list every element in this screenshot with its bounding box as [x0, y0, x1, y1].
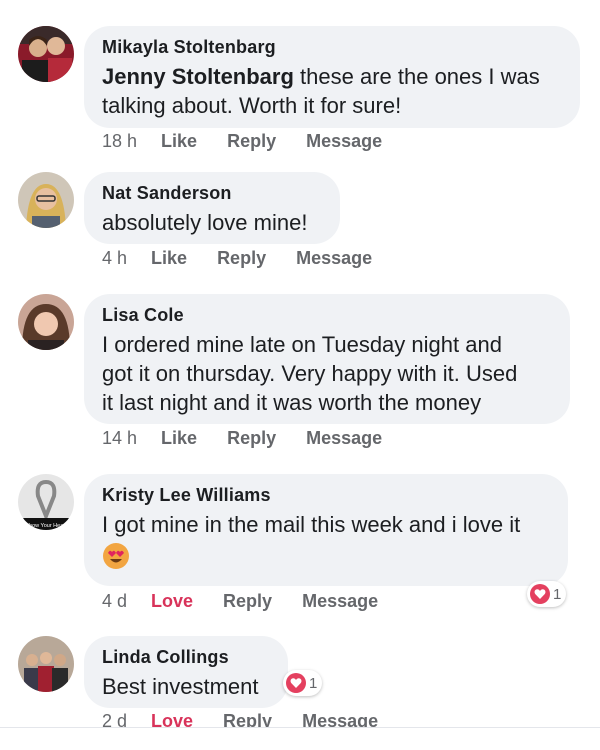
timestamp[interactable]: 4 d	[102, 591, 127, 612]
avatar-caption: Show Your Heart	[25, 523, 67, 529]
comment-bubble: Mikayla Stoltenbarg Jenny Stoltenbarg th…	[84, 26, 580, 128]
avatar[interactable]	[18, 172, 74, 228]
like-button[interactable]: Like	[161, 428, 197, 449]
comment-actions: 14 h Like Reply Message	[102, 428, 412, 449]
timestamp[interactable]: 18 h	[102, 131, 137, 152]
comment-bubble: Lisa Cole I ordered mine late on Tuesday…	[84, 294, 570, 424]
reply-button[interactable]: Reply	[227, 428, 276, 449]
bottom-fade	[0, 728, 600, 750]
reaction-count: 1	[309, 674, 318, 692]
like-button[interactable]: Like	[161, 131, 197, 152]
comment-text-rest: these are the ones I was	[293, 64, 540, 89]
timestamp[interactable]: 4 h	[102, 248, 127, 269]
like-button[interactable]: Like	[151, 248, 187, 269]
comment-actions: 4 d Love Reply Message	[102, 591, 408, 612]
reaction-badge[interactable]: 1	[527, 581, 567, 607]
comment-bubble: Kristy Lee Williams I got mine in the ma…	[84, 474, 568, 586]
comment-text-line2: got it on thursday. Very happy with it. …	[102, 361, 518, 386]
avatar[interactable]	[18, 26, 74, 82]
heart-icon	[530, 584, 550, 604]
comment-text: Best investment	[102, 674, 259, 699]
reply-button[interactable]: Reply	[227, 131, 276, 152]
comment-actions: 18 h Like Reply Message	[102, 131, 412, 152]
comment-text-line2: talking about. Worth it for sure!	[102, 93, 402, 118]
comment-text: I ordered mine late on Tuesday night and…	[102, 330, 552, 417]
comment-author[interactable]: Linda Collings	[102, 646, 270, 668]
comment-text: I got mine in the mail this week and i l…	[102, 512, 521, 537]
reply-button[interactable]: Reply	[223, 591, 272, 612]
heart-icon	[286, 673, 306, 693]
comment-author[interactable]: Kristy Lee Williams	[102, 484, 550, 506]
comment-text: absolutely love mine!	[102, 210, 308, 235]
avatar[interactable]	[18, 294, 74, 350]
reaction-badge[interactable]: 1	[283, 670, 323, 696]
message-button[interactable]: Message	[306, 428, 382, 449]
comment-bubble: Nat Sanderson absolutely love mine!	[84, 172, 340, 244]
reaction-count: 1	[553, 585, 562, 603]
message-button[interactable]: Message	[296, 248, 372, 269]
timestamp[interactable]: 14 h	[102, 428, 137, 449]
message-button[interactable]: Message	[302, 591, 378, 612]
comment-text-line3: it last night and it was worth the money	[102, 390, 482, 415]
love-button[interactable]: Love	[151, 591, 193, 612]
comment-bubble: Linda Collings Best investment	[84, 636, 288, 708]
comment-text: Jenny Stoltenbarg these are the ones I w…	[102, 62, 562, 120]
comment-author[interactable]: Lisa Cole	[102, 304, 552, 326]
comment-author[interactable]: Mikayla Stoltenbarg	[102, 36, 562, 58]
avatar[interactable]	[18, 636, 74, 692]
reply-button[interactable]: Reply	[217, 248, 266, 269]
comment-author[interactable]: Nat Sanderson	[102, 182, 322, 204]
comment-text-line1: I ordered mine late on Tuesday night and	[102, 332, 502, 357]
mention-link[interactable]: Jenny Stoltenbarg	[102, 64, 294, 89]
comment-actions: 4 h Like Reply Message	[102, 248, 402, 269]
message-button[interactable]: Message	[306, 131, 382, 152]
avatar[interactable]: Show Your Heart	[18, 474, 74, 530]
heart-eyes-emoji-icon	[102, 542, 130, 570]
